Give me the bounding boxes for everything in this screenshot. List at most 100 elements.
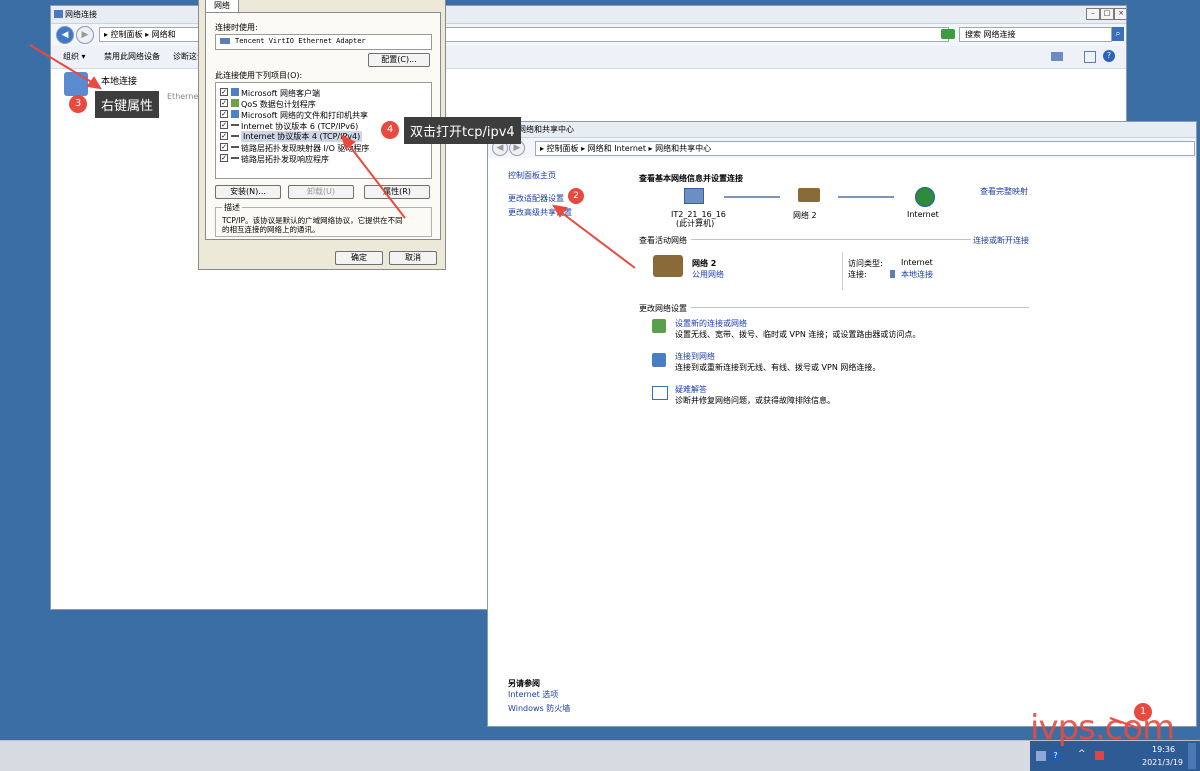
computer-sub: (此计算机) — [676, 219, 715, 228]
adapter-icon — [220, 38, 230, 44]
task-title[interactable]: 连接到网络 — [675, 351, 715, 362]
network-sharing-center-window: 网络和共享中心 ◀ ▶ ▸ 控制面板 ▸ 网络和 Internet ▸ 网络和共… — [487, 121, 1197, 727]
annotation-badge-4: 4 — [381, 121, 399, 139]
active-networks-label: 查看活动网络 — [639, 236, 687, 245]
taskbar: ? ^ 19:36 2021/3/19 — [0, 740, 1200, 771]
computer-icon — [684, 188, 704, 204]
install-button[interactable]: 安装(N)... — [215, 185, 281, 199]
window-title: 网络和共享中心 — [518, 125, 574, 134]
globe-icon — [915, 187, 935, 207]
disable-device-button[interactable]: 禁用此网络设备 — [104, 51, 160, 62]
change-sharing-settings-link[interactable]: 更改高级共享设置 — [508, 207, 572, 218]
internet-label: Internet — [907, 210, 939, 219]
watermark-logo: ivps.com — [1030, 708, 1175, 748]
clock-date[interactable]: 2021/3/19 — [1142, 758, 1183, 767]
search-icon[interactable]: ⌕ — [1112, 27, 1124, 41]
ethernet-icon — [890, 270, 895, 278]
list-item[interactable]: ✓ Microsoft 网络客户端 — [218, 87, 423, 98]
share-icon — [231, 110, 239, 118]
task-desc: 诊断并修复网络问题，或获得故障排除信息。 — [675, 396, 835, 405]
checkbox[interactable]: ✓ — [220, 143, 228, 151]
network-type-link[interactable]: 公用网络 — [692, 269, 724, 280]
local-connection-name: 本地连接 — [101, 77, 138, 87]
checkbox[interactable]: ✓ — [220, 99, 228, 107]
adapter-field: Tencent VirtIO Ethernet Adapter — [215, 34, 432, 50]
nav-bar: ◀ ▶ ▸ 控制面板 ▸ 网络和 Internet ▸ 网络和共享中心 — [488, 138, 1196, 158]
network-name: 网络 2 — [692, 259, 717, 268]
task-title[interactable]: 设置新的连接或网络 — [675, 318, 747, 329]
protocol-icon — [231, 157, 239, 159]
list-item[interactable]: ✓ 链路层拓扑发现映射器 I/O 驱动程序 — [218, 142, 423, 153]
local-connection-link[interactable]: 本地连接 — [901, 269, 933, 280]
change-settings-label: 更改网络设置 — [639, 304, 687, 313]
divider — [691, 239, 971, 240]
tray-help-icon[interactable]: ? — [1050, 750, 1061, 761]
preview-pane-icon[interactable] — [1084, 51, 1096, 63]
new-connection-icon — [652, 319, 666, 333]
forward-button[interactable]: ▶ — [76, 26, 94, 44]
show-desktop-button[interactable] — [1188, 743, 1196, 769]
items-label: 此连接使用下列项目(O): — [215, 71, 303, 80]
checkbox[interactable]: ✓ — [220, 88, 228, 96]
maximize-button[interactable]: □ — [1100, 8, 1114, 20]
close-button[interactable]: × — [1114, 8, 1126, 20]
local-connection-icon — [64, 72, 88, 96]
configure-button[interactable]: 配置(C)... — [368, 53, 430, 67]
connect-disconnect-link[interactable]: 连接或断开连接 — [973, 235, 1029, 246]
back-button[interactable]: ◀ — [56, 26, 74, 44]
item-label: 链路层拓扑发现响应程序 — [241, 155, 329, 164]
tray-flag-icon[interactable] — [1095, 751, 1104, 760]
view-options-icon[interactable] — [1051, 52, 1063, 61]
list-item[interactable]: ✓ 链路层拓扑发现响应程序 — [218, 153, 423, 164]
checkbox[interactable]: ✓ — [220, 121, 228, 129]
task-desc: 设置无线、宽带、拨号、临时或 VPN 连接；或设置路由器或访问点。 — [675, 330, 921, 339]
annotation-badge-2: 2 — [568, 188, 584, 204]
access-type-label: 访问类型: — [848, 259, 883, 268]
vertical-divider — [842, 252, 843, 290]
annotation-callout-3: 右键属性 — [95, 91, 160, 118]
help-icon[interactable]: ? — [1103, 50, 1115, 62]
checkbox[interactable]: ✓ — [220, 132, 228, 140]
windows-firewall-link[interactable]: Windows 防火墙 — [508, 703, 570, 714]
address-bar[interactable]: ▸ 控制面板 ▸ 网络和 Internet ▸ 网络和共享中心 — [535, 141, 1195, 156]
connect-using-label: 连接时使用: — [215, 23, 258, 32]
tray-network-icon[interactable] — [1036, 751, 1046, 761]
checkbox[interactable]: ✓ — [220, 154, 228, 162]
protocol-icon — [231, 124, 239, 126]
internet-options-link[interactable]: Internet 选项 — [508, 689, 558, 700]
annotation-callout-4: 双击打开tcp/ipv4 — [404, 117, 521, 144]
refresh-icon[interactable] — [941, 29, 955, 39]
change-adapter-settings-link[interactable]: 更改适配器设置 — [508, 193, 564, 204]
properties-button[interactable]: 属性(R) — [364, 185, 430, 199]
connect-network-icon — [652, 353, 666, 367]
uninstall-button[interactable]: 卸载(U) — [288, 185, 354, 199]
checkbox[interactable]: ✓ — [220, 110, 228, 118]
search-input[interactable]: 搜索 网络连接 — [959, 27, 1112, 42]
minimize-button[interactable]: – — [1086, 8, 1100, 20]
control-panel-home-link[interactable]: 控制面板主页 — [508, 170, 556, 181]
task-title[interactable]: 疑难解答 — [675, 384, 707, 395]
protocol-icon — [231, 135, 239, 137]
client-icon — [231, 88, 239, 96]
network-icon — [54, 10, 63, 18]
components-list: ✓ Microsoft 网络客户端 ✓ QoS 数据包计划程序 ✓ Micros… — [215, 82, 432, 179]
show-hidden-icons[interactable]: ^ — [1078, 749, 1086, 759]
annotation-badge-3: 3 — [69, 95, 87, 113]
adapter-name: Tencent VirtIO Ethernet Adapter — [235, 37, 366, 45]
organize-menu[interactable]: 组织 ▾ — [63, 51, 86, 62]
title-bar: 网络和共享中心 — [488, 122, 1196, 138]
description-text-2: 的相互连接的网络上的通讯。 — [222, 225, 320, 234]
qos-icon — [231, 99, 239, 107]
troubleshoot-icon — [652, 386, 668, 400]
cancel-button[interactable]: 取消 — [389, 251, 437, 265]
see-also-label: 另请参阅 — [508, 679, 540, 688]
map-line — [724, 196, 780, 198]
divider — [691, 307, 1029, 308]
task-desc: 连接到或重新连接到无线、有线、拨号或 VPN 网络连接。 — [675, 363, 881, 372]
ok-button[interactable]: 确定 — [335, 251, 383, 265]
list-item[interactable]: ✓ QoS 数据包计划程序 — [218, 98, 423, 109]
description-group: 描述 TCP/IP。该协议是默认的广域网络协议，它提供在不同 的相互连接的网络上… — [215, 202, 432, 237]
view-full-map-link[interactable]: 查看完整映射 — [980, 186, 1028, 197]
list-item[interactable]: ✓ Microsoft 网络的文件和打印机共享 — [218, 109, 423, 120]
description-label: 描述 — [222, 202, 242, 213]
